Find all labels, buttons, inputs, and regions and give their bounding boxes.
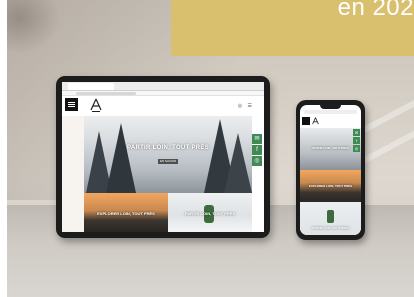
browser-tab-bar: [62, 82, 264, 91]
facebook-icon[interactable]: f: [252, 145, 262, 155]
instagram-icon[interactable]: ◎: [353, 145, 360, 152]
phone-device: PARTIR LOIN, TOUT PRÈS ✉ f ◎ EXPLORER LO…: [296, 100, 365, 240]
phone-url-bar[interactable]: [304, 110, 357, 114]
phone-card-partir[interactable]: PARTIR LOIN, TOUT PRÈS: [300, 202, 361, 235]
header-icons[interactable]: ◎ ☰: [238, 103, 254, 109]
facebook-icon[interactable]: f: [353, 137, 360, 144]
banner-text: en 202: [337, 0, 414, 21]
hiker-figure: [327, 210, 334, 223]
card-partir[interactable]: PARTIR LOIN, TOUT PRÈS: [168, 193, 252, 232]
instagram-icon[interactable]: ◎: [252, 156, 262, 166]
tree: [106, 123, 136, 193]
brand-logo[interactable]: [312, 116, 319, 127]
tablet-device: ◎ ☰ PARTIR LOIN, TOUT PRÈS EN SAVOIR ✉ f…: [56, 76, 270, 238]
menu-icon[interactable]: [65, 98, 78, 111]
mail-icon[interactable]: ✉: [252, 134, 262, 144]
card-title: PARTIR LOIN, TOUT PRÈS: [184, 211, 236, 216]
menu-icon[interactable]: [302, 117, 310, 125]
hero-title: PARTIR LOIN, TOUT PRÈS: [126, 145, 210, 151]
hero-button[interactable]: EN SAVOIR: [158, 159, 178, 164]
phone-card-explorer[interactable]: EXPLORER LOIN, TOUT PRÈS: [300, 170, 361, 202]
side-strip: [62, 116, 84, 232]
browser-tab[interactable]: [68, 83, 114, 90]
tablet-screen: ◎ ☰ PARTIR LOIN, TOUT PRÈS EN SAVOIR ✉ f…: [62, 82, 264, 232]
phone-site-header: [300, 115, 361, 128]
phone-social-bar: ✉ f ◎: [353, 129, 360, 153]
tree: [224, 133, 252, 193]
card-title: EXPLORER LOIN, TOUT PRÈS: [97, 211, 155, 216]
phone-hero: PARTIR LOIN, TOUT PRÈS: [300, 128, 361, 170]
site-header: ◎ ☰: [62, 96, 264, 116]
url-field[interactable]: [76, 92, 136, 95]
phone-notch: [320, 105, 341, 109]
phone-screen: PARTIR LOIN, TOUT PRÈS ✉ f ◎ EXPLORER LO…: [300, 105, 361, 235]
hero-banner: PARTIR LOIN, TOUT PRÈS EN SAVOIR: [84, 116, 252, 193]
social-bar: ✉ f ◎: [252, 134, 262, 167]
brand-logo[interactable]: [90, 97, 102, 114]
phone-card-title: PARTIR LOIN, TOUT PRÈS: [311, 226, 350, 230]
plant-shadow: [7, 0, 67, 60]
card-explorer[interactable]: EXPLORER LOIN, TOUT PRÈS: [84, 193, 168, 232]
mail-icon[interactable]: ✉: [353, 129, 360, 136]
banner: en 202: [171, 0, 414, 56]
phone-hero-title: PARTIR LOIN, TOUT PRÈS: [311, 146, 350, 150]
phone-card-title: EXPLORER LOIN, TOUT PRÈS: [308, 184, 353, 188]
